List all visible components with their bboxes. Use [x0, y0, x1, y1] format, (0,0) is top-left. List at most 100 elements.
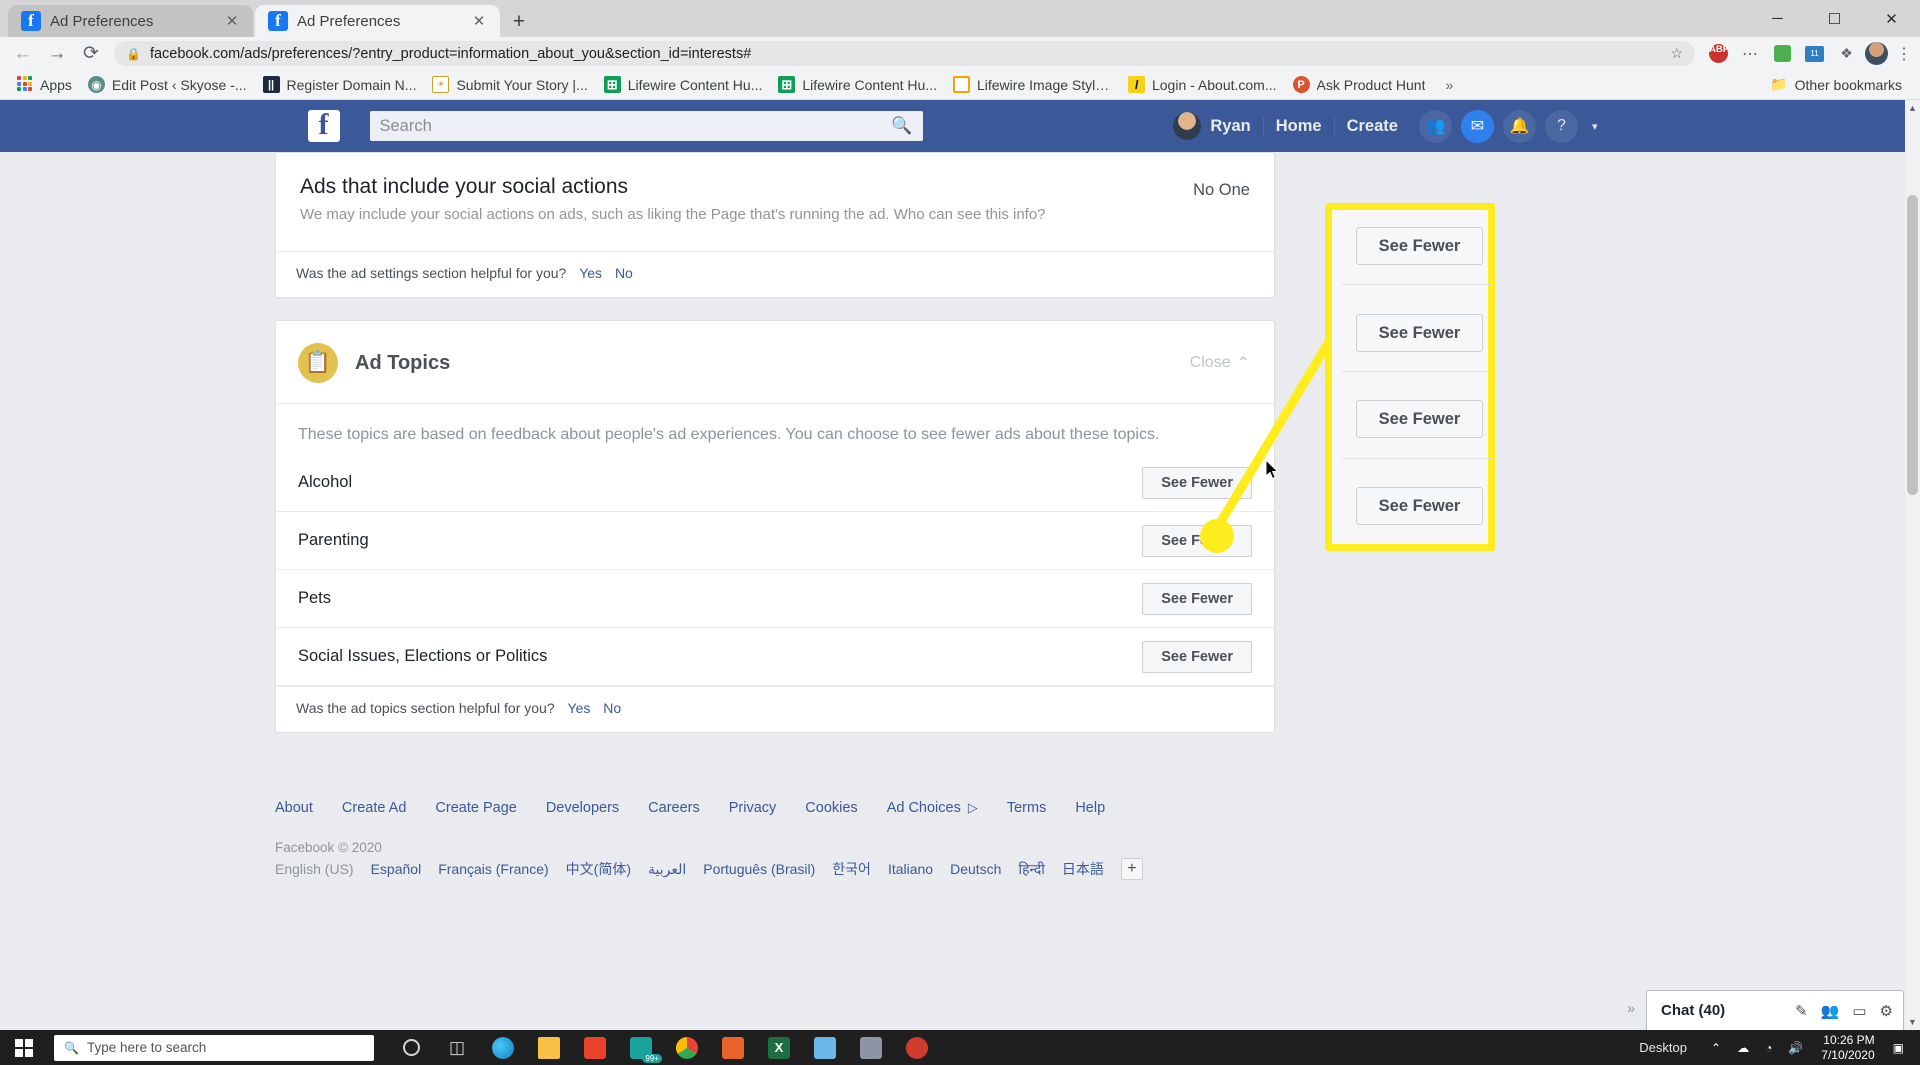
help-icon[interactable]: ? — [1544, 109, 1578, 143]
callout-see-fewer-button-2[interactable]: See Fewer — [1356, 314, 1483, 352]
bookmarks-overflow-button[interactable]: » — [1435, 77, 1463, 93]
google-chrome-icon[interactable] — [668, 1030, 706, 1065]
kebab-menu-icon[interactable]: ⋮ — [1892, 44, 1916, 64]
chat-dock[interactable]: Chat (40) ✎ 👥 ▭ ⚙ — [1646, 990, 1904, 1030]
close-window-button[interactable]: ✕ — [1863, 0, 1920, 37]
settings-gear-icon[interactable]: ⚙ — [1880, 1002, 1893, 1020]
helpful-no-link[interactable]: No — [603, 700, 621, 716]
windows-start-icon[interactable] — [0, 1030, 48, 1065]
volume-icon[interactable]: 🔊 — [1780, 1030, 1811, 1065]
friend-requests-icon[interactable]: 👥 — [1418, 109, 1452, 143]
lang-espanol[interactable]: Español — [371, 861, 422, 877]
nav-create[interactable]: Create — [1333, 116, 1410, 136]
bookmark-register-domain[interactable]: || Register Domain N... — [255, 73, 425, 97]
close-icon[interactable]: ✕ — [221, 10, 243, 32]
footer-link-help[interactable]: Help — [1075, 800, 1105, 816]
bookmark-lifewire-image-style[interactable]: Lifewire Image Style... — [945, 73, 1120, 97]
forward-icon[interactable]: → — [40, 39, 74, 69]
helpful-yes-link[interactable]: Yes — [568, 700, 591, 716]
callout-see-fewer-button-4[interactable]: See Fewer — [1356, 487, 1483, 525]
microsoft-edge-icon[interactable] — [484, 1030, 522, 1065]
nav-home[interactable]: Home — [1262, 116, 1334, 136]
messenger-icon[interactable]: ✉ — [1460, 109, 1494, 143]
facebook-logo-icon[interactable]: f — [307, 110, 340, 142]
extension-dots-icon[interactable]: ⋯ — [1737, 40, 1764, 67]
minimize-button[interactable]: ─ — [1749, 0, 1806, 37]
see-fewer-button[interactable]: See Fewer — [1142, 640, 1252, 673]
add-language-button[interactable]: + — [1120, 858, 1143, 880]
compose-icon[interactable]: ✎ — [1795, 1002, 1808, 1020]
bookmark-lifewire-content-hub-1[interactable]: ⊞ Lifewire Content Hu... — [596, 73, 771, 97]
lang-deutsch[interactable]: Deutsch — [950, 861, 1001, 877]
microsoft-excel-icon[interactable]: X — [760, 1030, 798, 1065]
extension-puzzle-icon[interactable]: ❖ — [1833, 40, 1860, 67]
lang-hindi[interactable]: हिन्दी — [1018, 860, 1044, 879]
search-input[interactable]: 🔍 Type here to search — [54, 1034, 374, 1061]
lang-francais[interactable]: Français (France) — [438, 861, 548, 877]
microsoft-store-icon[interactable] — [576, 1030, 614, 1065]
footer-link-cookies[interactable]: Cookies — [805, 800, 857, 816]
lang-korean[interactable]: 한국어 — [832, 859, 871, 879]
cortana-icon[interactable] — [392, 1030, 430, 1065]
network-icon[interactable]: ◔ — [1757, 1030, 1780, 1065]
nav-profile-name[interactable]: Ryan — [1210, 117, 1262, 136]
extension-blue-icon[interactable]: 11 — [1801, 40, 1828, 67]
setting-value[interactable]: No One — [1193, 175, 1250, 200]
bookmark-apps[interactable]: Apps — [8, 73, 80, 97]
profile-avatar-icon[interactable] — [1865, 42, 1888, 65]
see-fewer-button[interactable]: See Fewer — [1142, 582, 1252, 615]
close-icon[interactable]: ✕ — [468, 10, 490, 32]
callout-see-fewer-button-1[interactable]: See Fewer — [1356, 227, 1483, 265]
notifications-icon[interactable]: 🔔 — [1502, 109, 1536, 143]
new-tab-button[interactable]: + — [505, 8, 533, 36]
task-view-icon[interactable]: ◫ — [438, 1030, 476, 1065]
footer-link-careers[interactable]: Careers — [648, 800, 700, 816]
scroll-up-icon[interactable]: ▲ — [1907, 103, 1918, 113]
other-bookmarks-button[interactable]: 📁 Other bookmarks — [1763, 73, 1910, 97]
footer-link-developers[interactable]: Developers — [546, 800, 619, 816]
back-icon[interactable]: ← — [6, 39, 40, 69]
star-icon[interactable]: ☆ — [1670, 45, 1683, 62]
callout-see-fewer-button-3[interactable]: See Fewer — [1356, 400, 1483, 438]
desktop-label[interactable]: Desktop — [1623, 1040, 1703, 1055]
friends-icon[interactable]: 👥 — [1821, 1002, 1840, 1020]
chevron-down-icon[interactable]: ▾ — [1592, 120, 1598, 133]
scroll-down-icon[interactable]: ▼ — [1907, 1017, 1918, 1027]
search-input[interactable]: Search 🔍 — [369, 111, 923, 141]
file-explorer-icon[interactable] — [530, 1030, 568, 1065]
app-lightblue-icon[interactable] — [806, 1030, 844, 1065]
footer-link-create-page[interactable]: Create Page — [435, 800, 516, 816]
app-teal-icon[interactable]: 99+ — [622, 1030, 662, 1065]
extension-green-icon[interactable] — [1769, 40, 1796, 67]
search-icon[interactable]: 🔍 — [891, 116, 912, 136]
reload-icon[interactable]: ⟳ — [74, 39, 108, 69]
footer-link-create-ad[interactable]: Create Ad — [342, 800, 407, 816]
scrollbar-thumb[interactable] — [1907, 195, 1918, 495]
lang-italiano[interactable]: Italiano — [888, 861, 933, 877]
footer-link-terms[interactable]: Terms — [1007, 800, 1046, 816]
action-center-icon[interactable]: ▣ — [1885, 1030, 1912, 1065]
helpful-yes-link[interactable]: Yes — [579, 265, 602, 281]
app-red-icon[interactable] — [898, 1030, 936, 1065]
footer-link-ad-choices[interactable]: Ad Choices — [887, 800, 961, 816]
app-orange-icon[interactable] — [714, 1030, 752, 1065]
chat-expand-icon[interactable]: » — [1627, 1000, 1635, 1016]
clock[interactable]: 10:26 PM 7/10/2020 — [1811, 1033, 1884, 1063]
show-hidden-icons[interactable]: ⌃ — [1703, 1030, 1729, 1065]
lang-arabic[interactable]: العربية — [648, 861, 686, 878]
bookmark-submit-story[interactable]: ☀ Submit Your Story |... — [424, 73, 595, 97]
adblock-plus-icon[interactable]: ABP — [1705, 40, 1732, 67]
lang-english-us[interactable]: English (US) — [275, 861, 354, 877]
bookmark-lifewire-content-hub-2[interactable]: ⊞ Lifewire Content Hu... — [770, 73, 945, 97]
lang-japanese[interactable]: 日本語 — [1062, 859, 1104, 879]
bookmark-ask-product-hunt[interactable]: P Ask Product Hunt — [1285, 73, 1434, 97]
page-scrollbar[interactable]: ▲ ▼ — [1905, 100, 1920, 1030]
bookmark-login-aboutcom[interactable]: l Login - About.com... — [1120, 73, 1285, 97]
browser-tab-2[interactable]: f Ad Preferences ✕ — [255, 5, 500, 37]
footer-link-about[interactable]: About — [275, 800, 313, 816]
avatar[interactable] — [1173, 112, 1202, 140]
maximize-button[interactable]: ☐ — [1806, 0, 1863, 37]
footer-link-privacy[interactable]: Privacy — [729, 800, 777, 816]
onedrive-icon[interactable]: ☁ — [1729, 1030, 1757, 1065]
browser-tab-1[interactable]: f Ad Preferences ✕ — [8, 5, 253, 37]
